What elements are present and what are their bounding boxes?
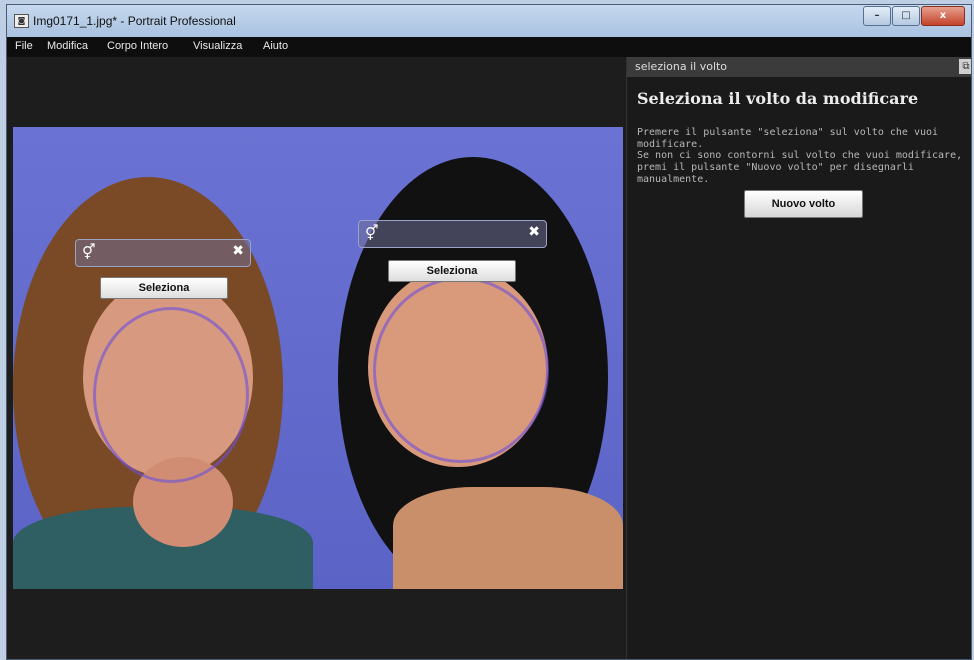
face-marker-left[interactable]: ⚥ ✖ bbox=[75, 239, 251, 267]
menu-file[interactable]: File bbox=[15, 40, 33, 52]
select-face-button-right[interactable]: Seleziona bbox=[388, 260, 516, 282]
camera-icon: ◙ bbox=[14, 14, 29, 28]
menu-modifica[interactable]: Modifica bbox=[47, 40, 88, 52]
minimize-button[interactable]: – bbox=[863, 6, 891, 26]
undock-icon[interactable]: ⧉ bbox=[959, 59, 971, 74]
portrait-photo: ⚥ ✖ Seleziona ⚥ ✖ Seleziona bbox=[13, 127, 623, 589]
select-face-button-left[interactable]: Seleziona bbox=[100, 277, 228, 299]
close-icon[interactable]: ✖ bbox=[528, 224, 540, 240]
panel-header: seleziona il volto ⧉ bbox=[627, 57, 971, 77]
new-face-button[interactable]: Nuovo volto bbox=[744, 190, 863, 218]
image-canvas[interactable]: ⚥ ✖ Seleziona ⚥ ✖ Seleziona bbox=[13, 57, 623, 659]
menu-corpo-intero[interactable]: Corpo Intero bbox=[107, 40, 168, 52]
instruction-text-2: Se non ci sono contorni sul volto che vu… bbox=[637, 150, 963, 185]
maximize-button[interactable]: □ bbox=[892, 6, 920, 26]
close-window-button[interactable]: x bbox=[921, 6, 965, 26]
close-icon[interactable]: ✖ bbox=[232, 243, 244, 259]
window-title: Img0171_1.jpg* - Portrait Professional bbox=[33, 14, 236, 28]
panel-header-label: seleziona il volto bbox=[635, 60, 728, 73]
panel-title: Seleziona il volto da modificare bbox=[637, 89, 919, 108]
gender-icon[interactable]: ⚥ bbox=[365, 224, 379, 242]
instruction-text-1: Premere il pulsante "seleziona" sul volt… bbox=[637, 127, 939, 150]
side-panel: seleziona il volto ⧉ Seleziona il volto … bbox=[626, 57, 971, 659]
menu-visualizza[interactable]: Visualizza bbox=[193, 40, 242, 52]
app-window: ◙ Img0171_1.jpg* - Portrait Professional… bbox=[6, 4, 972, 660]
shirt-right bbox=[393, 487, 623, 589]
face-contour-right bbox=[373, 277, 549, 463]
gender-icon[interactable]: ⚥ bbox=[82, 243, 96, 261]
menu-bar: File Modifica Corpo Intero Visualizza Ai… bbox=[7, 37, 971, 57]
menu-aiuto[interactable]: Aiuto bbox=[263, 40, 288, 52]
face-marker-right[interactable]: ⚥ ✖ bbox=[358, 220, 547, 248]
title-bar: ◙ Img0171_1.jpg* - Portrait Professional… bbox=[7, 5, 971, 37]
face-contour-left bbox=[93, 307, 249, 483]
